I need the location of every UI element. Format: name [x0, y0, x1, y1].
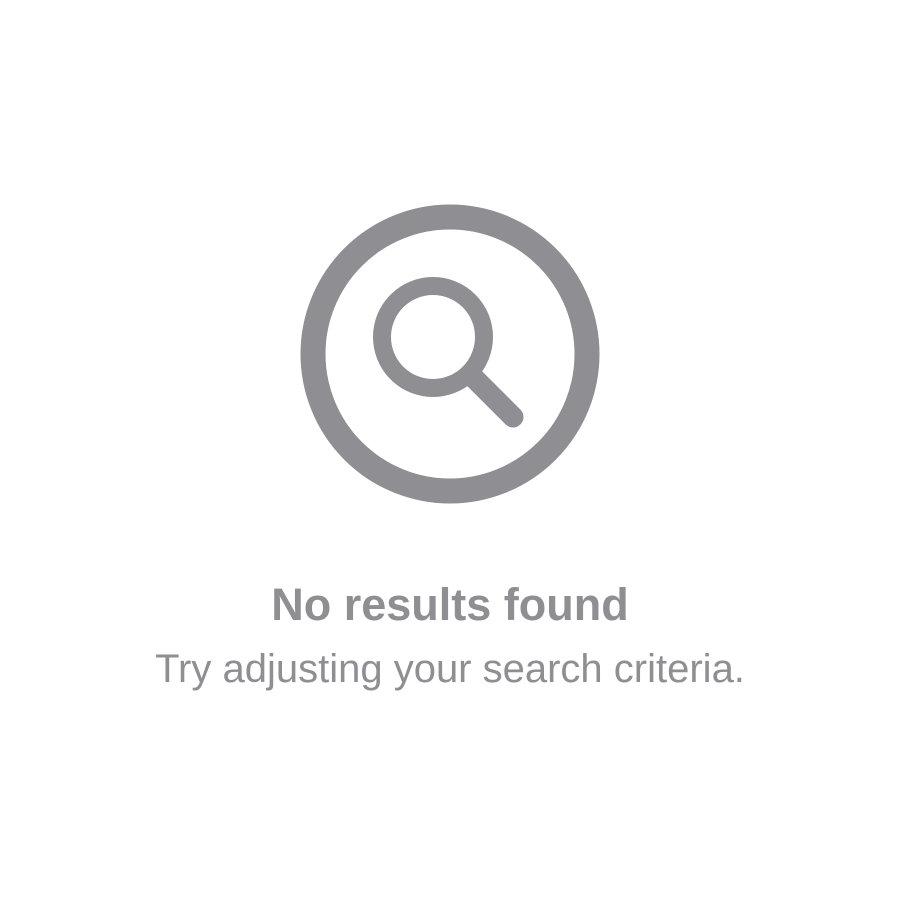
no-results-search-icon — [300, 204, 600, 504]
circle-outline — [300, 204, 600, 504]
magnifier-handle — [461, 365, 524, 428]
empty-state-message: Try adjusting your search criteria. — [155, 647, 745, 691]
empty-state: No results found Try adjusting your sear… — [0, 0, 900, 900]
empty-state-title: No results found — [271, 579, 629, 630]
